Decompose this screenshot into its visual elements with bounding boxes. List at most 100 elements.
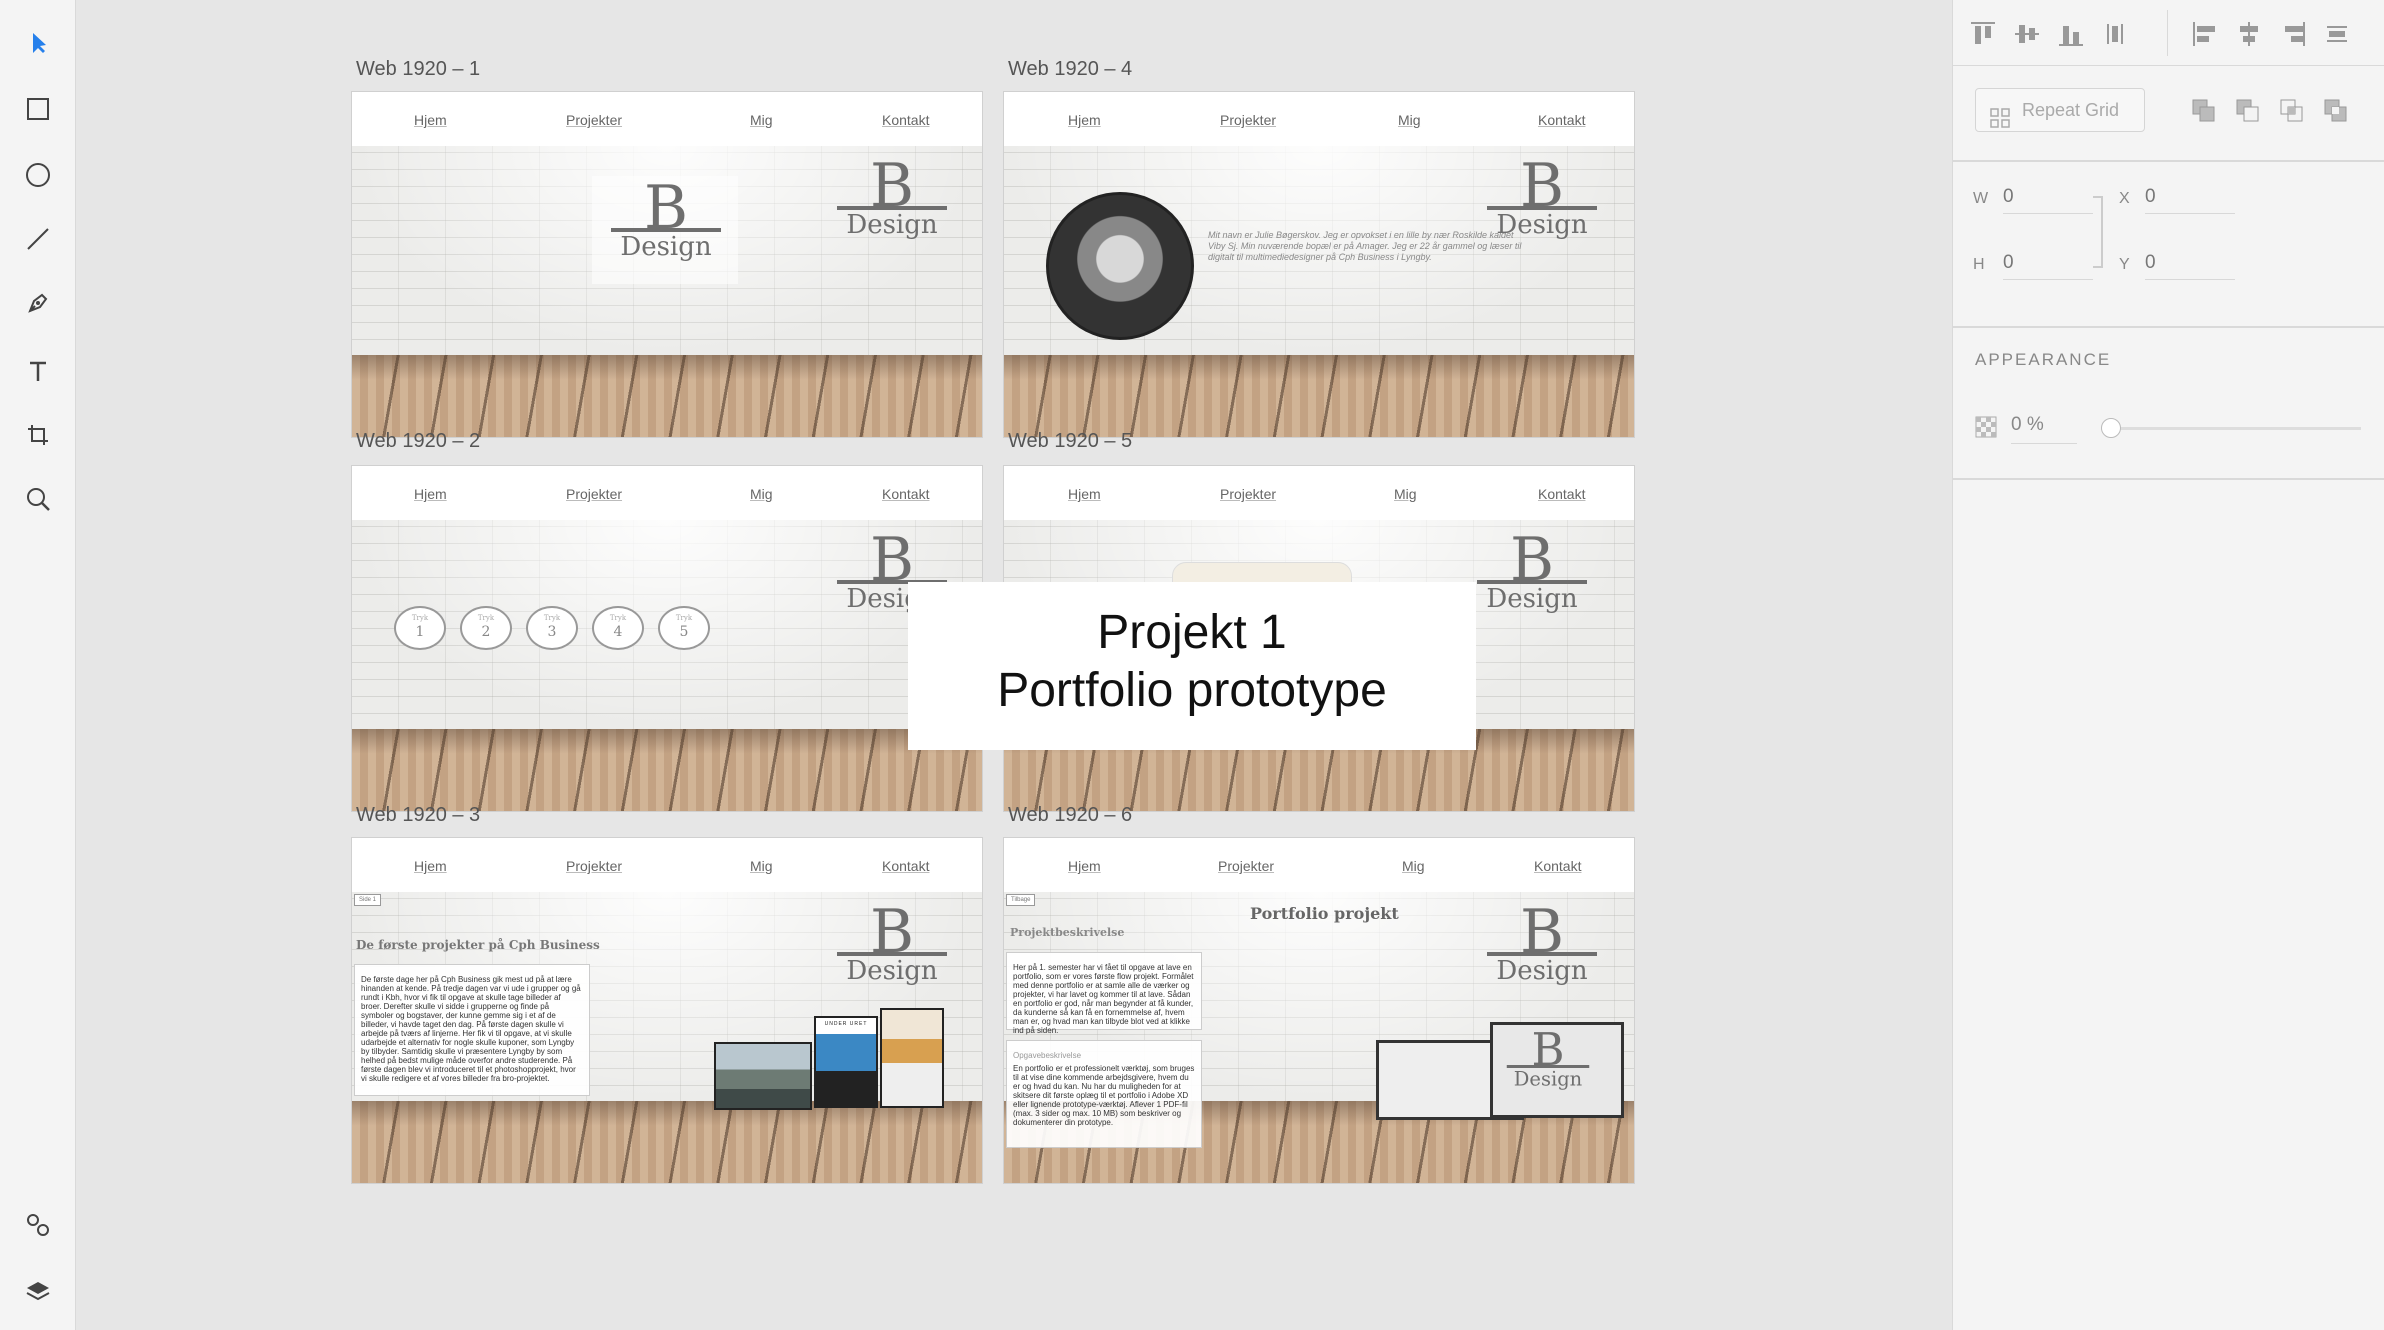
distribute-horizontal-icon[interactable]: [2325, 22, 2349, 46]
width-label: W: [1973, 190, 1989, 207]
distribute-vertical-icon[interactable]: [2103, 22, 2127, 46]
monitor-mockup: B Design: [1490, 1022, 1624, 1118]
logo: B Design: [1482, 902, 1602, 986]
intersect-icon[interactable]: [2279, 98, 2305, 124]
artboard-web-1920-1[interactable]: Hjem Projekter Mig Kontakt B Design B Desi…: [352, 92, 982, 437]
assets-panel-icon[interactable]: [19, 1206, 57, 1244]
logo: B Design: [1482, 156, 1602, 240]
x-field[interactable]: 0: [2145, 186, 2235, 214]
back-label[interactable]: Tilbage: [1006, 894, 1036, 906]
align-middle-icon[interactable]: [2015, 22, 2039, 46]
nav-home[interactable]: Hjem: [1068, 858, 1101, 874]
nav-me[interactable]: Mig: [1394, 486, 1417, 502]
pen-tool[interactable]: [19, 284, 57, 322]
alignment-toolbar: [1953, 0, 2384, 66]
wood-floor: [352, 355, 982, 437]
nav-projects[interactable]: Projekter: [566, 486, 622, 502]
nav-home[interactable]: Hjem: [414, 486, 447, 502]
nav-contact[interactable]: Kontakt: [882, 858, 929, 874]
nav-contact[interactable]: Kontakt: [882, 486, 929, 502]
nav-me[interactable]: Mig: [1398, 112, 1421, 128]
nav-home[interactable]: Hjem: [414, 112, 447, 128]
nav-home[interactable]: Hjem: [1068, 112, 1101, 128]
artboard-label[interactable]: Web 1920 – 4: [1008, 58, 1132, 81]
x-label: X: [2119, 190, 2130, 207]
nav-projects[interactable]: Projekter: [566, 112, 622, 128]
logo: B Design: [606, 178, 726, 262]
align-left-icon[interactable]: [2193, 22, 2217, 46]
line-tool[interactable]: [19, 220, 57, 258]
width-field[interactable]: 0: [2003, 186, 2093, 214]
ellipse-tool[interactable]: [19, 156, 57, 194]
artboard-label[interactable]: Web 1920 – 3: [356, 804, 480, 827]
project-button-4[interactable]: Tryk 4: [592, 606, 644, 650]
section-heading: Projektbeskrivelse: [1010, 926, 1125, 939]
artboard-label[interactable]: Web 1920 – 6: [1008, 804, 1132, 827]
zoom-tool[interactable]: [19, 480, 57, 518]
opacity-slider-knob[interactable]: [2101, 418, 2121, 438]
poster-screen: [880, 1008, 944, 1108]
artboard-nav: Hjem Projekter Mig Kontakt: [1004, 466, 1634, 520]
tools-toolbar: [0, 0, 76, 1330]
artboard-web-1920-2[interactable]: Hjem Projekter Mig Kontakt Tryk 1 Tryk 2 T…: [352, 466, 982, 811]
nav-contact[interactable]: Kontakt: [1538, 486, 1585, 502]
project-button-2[interactable]: Tryk 2: [460, 606, 512, 650]
repeat-grid-button[interactable]: Repeat Grid: [1975, 88, 2145, 132]
align-right-icon[interactable]: [2281, 22, 2305, 46]
subtract-icon[interactable]: [2235, 98, 2261, 124]
property-inspector: Repeat Grid W 0 X 0 H 0 Y 0 APPEARANCE 0…: [1952, 0, 2384, 1330]
align-center-icon[interactable]: [2237, 22, 2261, 46]
select-tool[interactable]: [19, 24, 57, 62]
lock-aspect-icon[interactable]: [2093, 196, 2103, 268]
opacity-icon: [1975, 416, 1997, 438]
nav-me[interactable]: Mig: [1402, 858, 1425, 874]
project-button-3[interactable]: Tryk 3: [526, 606, 578, 650]
union-icon[interactable]: [2191, 98, 2217, 124]
artboard-tool[interactable]: [19, 416, 57, 454]
artboard-web-1920-6[interactable]: Hjem Projekter Mig Kontakt Tilbage Portf…: [1004, 838, 1634, 1183]
artboard-nav: Hjem Projekter Mig Kontakt: [1004, 838, 1634, 892]
nav-projects[interactable]: Projekter: [1218, 858, 1274, 874]
nav-home[interactable]: Hjem: [414, 858, 447, 874]
artboard-web-1920-4[interactable]: Hjem Projekter Mig Kontakt Mit navn er J…: [1004, 92, 1634, 437]
exclude-icon[interactable]: [2323, 98, 2349, 124]
nav-me[interactable]: Mig: [750, 486, 773, 502]
artboard-label[interactable]: Web 1920 – 5: [1008, 430, 1132, 453]
opacity-slider[interactable]: [2101, 418, 2361, 438]
panel-divider: [1953, 160, 2384, 162]
align-bottom-icon[interactable]: [2059, 22, 2083, 46]
nav-contact[interactable]: Kontakt: [1534, 858, 1581, 874]
nav-contact[interactable]: Kontakt: [1538, 112, 1585, 128]
wood-floor: [352, 729, 982, 811]
panel-divider: [1953, 478, 2384, 480]
y-field[interactable]: 0: [2145, 252, 2235, 280]
text-tool[interactable]: [19, 352, 57, 390]
wood-floor: [352, 1101, 982, 1183]
artboard-web-1920-3[interactable]: Hjem Projekter Mig Kontakt Side 1 De før…: [352, 838, 982, 1183]
nav-contact[interactable]: Kontakt: [882, 112, 929, 128]
layers-panel-icon[interactable]: [19, 1272, 57, 1310]
panel-divider: [1953, 326, 2384, 328]
artboard-nav: Hjem Projekter Mig Kontakt: [1004, 92, 1634, 146]
nav-me[interactable]: Mig: [750, 858, 773, 874]
overlay-line-2: Portfolio prototype: [997, 664, 1387, 717]
back-label[interactable]: Side 1: [354, 894, 382, 906]
opacity-field[interactable]: 0 %: [2011, 414, 2077, 444]
project-button-5[interactable]: Tryk 5: [658, 606, 710, 650]
text-box: De første dage her på Cph Business gik m…: [354, 964, 590, 1096]
project-title-overlay: Projekt 1 Portfolio prototype: [908, 582, 1476, 750]
design-canvas[interactable]: Web 1920 – 1 Hjem Projekter Mig Kontakt …: [76, 0, 1952, 1330]
nav-me[interactable]: Mig: [750, 112, 773, 128]
text-box: Her på 1. semester har vi fået til opgav…: [1006, 952, 1202, 1035]
artboard-label[interactable]: Web 1920 – 2: [356, 430, 480, 453]
artboard-label[interactable]: Web 1920 – 1: [356, 58, 480, 81]
project-button-1[interactable]: Tryk 1: [394, 606, 446, 650]
nav-projects[interactable]: Projekter: [1220, 112, 1276, 128]
align-top-icon[interactable]: [1971, 22, 1995, 46]
nav-projects[interactable]: Projekter: [566, 858, 622, 874]
logo: B Design: [832, 902, 952, 986]
nav-projects[interactable]: Projekter: [1220, 486, 1276, 502]
height-field[interactable]: 0: [2003, 252, 2093, 280]
rectangle-tool[interactable]: [19, 90, 57, 128]
nav-home[interactable]: Hjem: [1068, 486, 1101, 502]
